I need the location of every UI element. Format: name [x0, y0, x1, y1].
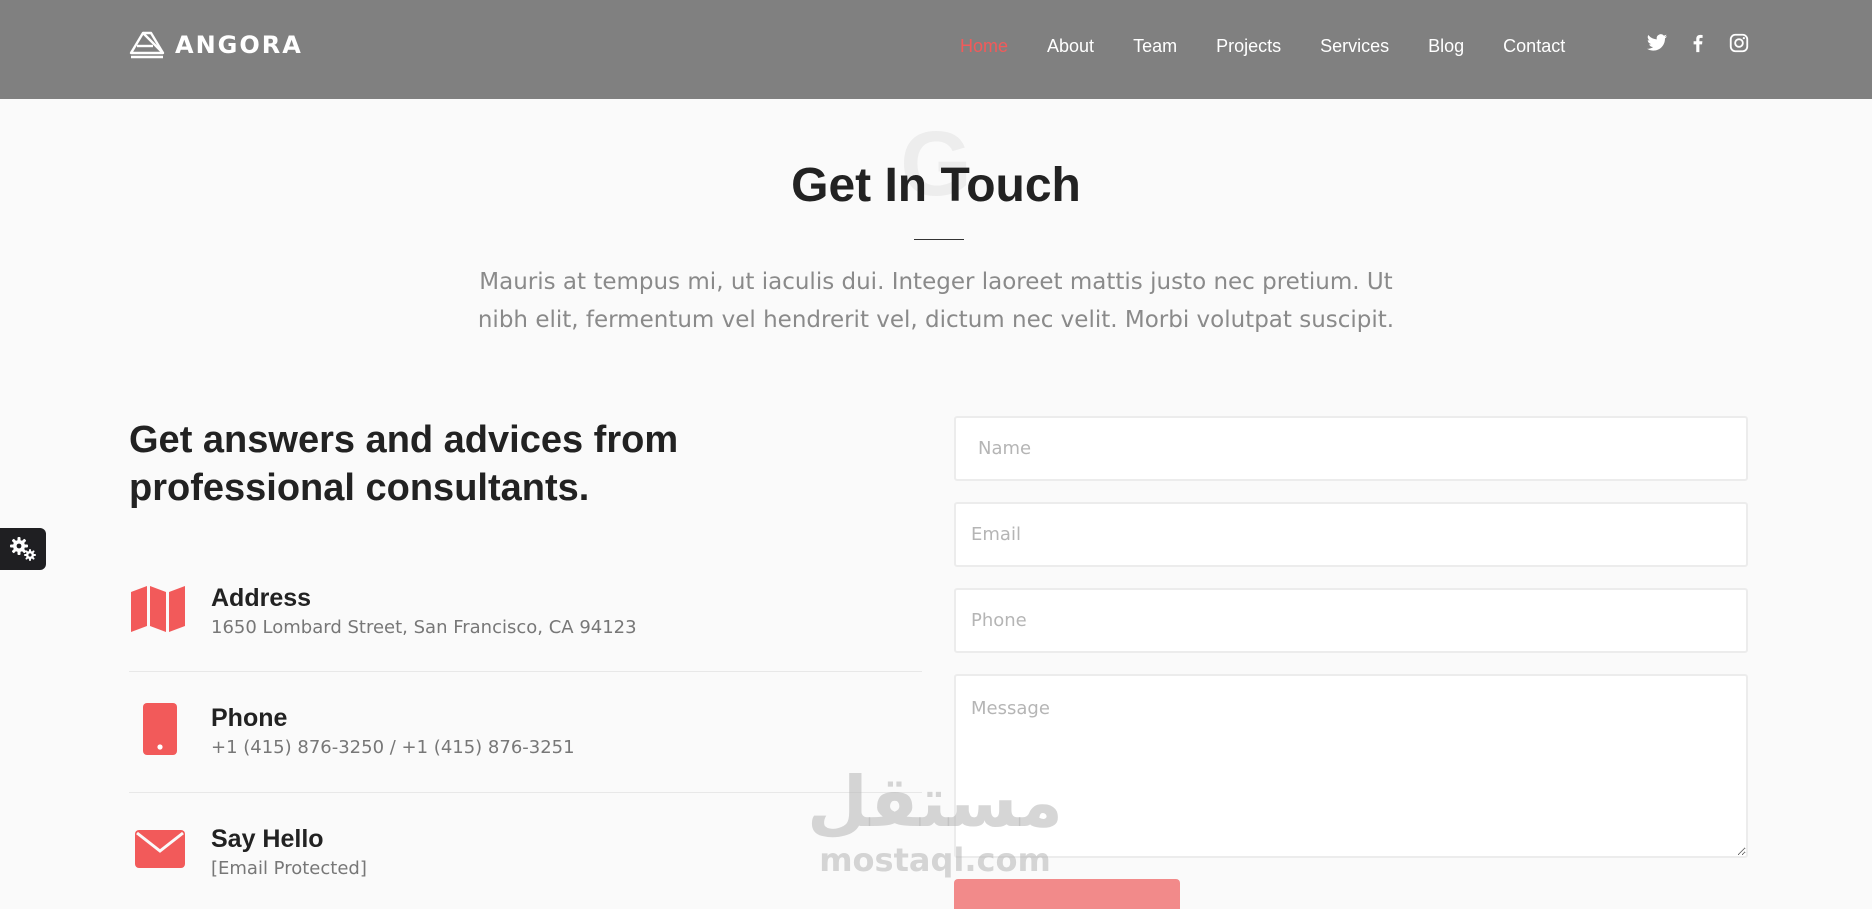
map-icon: [131, 586, 185, 632]
section-title: Get In Touch: [791, 159, 1081, 212]
title-divider: [914, 239, 964, 240]
nav-about[interactable]: About: [1047, 36, 1094, 57]
social-links: [1646, 32, 1750, 54]
logo[interactable]: ANGORA: [129, 28, 303, 62]
contact-value: +1 (415) 876-3250 / +1 (415) 876-3251: [211, 737, 575, 758]
contact-phone: Phone +1 (415) 876-3250 / +1 (415) 876-3…: [129, 700, 922, 770]
nav-team[interactable]: Team: [1133, 36, 1177, 57]
contact-email: Say Hello [Email Protected]: [129, 821, 922, 891]
nav-services[interactable]: Services: [1320, 36, 1389, 57]
divider: [129, 671, 922, 672]
phone-icon: [143, 703, 177, 755]
phone-input[interactable]: [954, 588, 1748, 653]
instagram-icon[interactable]: [1728, 32, 1750, 54]
message-textarea[interactable]: [954, 674, 1748, 858]
facebook-icon[interactable]: [1687, 32, 1709, 54]
nav-home[interactable]: Home: [960, 36, 1008, 57]
gears-icon: [10, 537, 36, 561]
contact-label: Say Hello: [211, 825, 324, 853]
contact-address: Address 1650 Lombard Street, San Francis…: [129, 580, 922, 650]
logo-text: ANGORA: [175, 31, 303, 59]
divider: [129, 792, 922, 793]
twitter-icon[interactable]: [1646, 32, 1668, 54]
contact-label: Phone: [211, 704, 288, 732]
settings-toggle[interactable]: [0, 528, 46, 570]
name-input[interactable]: [954, 416, 1748, 481]
nav-projects[interactable]: Projects: [1216, 36, 1281, 57]
contact-value: [Email Protected]: [211, 858, 367, 879]
nav-contact[interactable]: Contact: [1503, 36, 1565, 57]
envelope-icon: [135, 830, 185, 868]
main-nav: Home About Team Projects Services Blog C…: [960, 33, 1604, 59]
site-header: ANGORA Home About Team Projects Services…: [0, 0, 1872, 99]
nav-blog[interactable]: Blog: [1428, 36, 1464, 57]
info-heading: Get answers and advices from professiona…: [129, 419, 679, 509]
submit-button[interactable]: [954, 879, 1180, 909]
section-subtitle: Mauris at tempus mi, ut iaculis dui. Int…: [477, 269, 1395, 333]
email-input[interactable]: [954, 502, 1748, 567]
logo-mark-icon: [129, 31, 165, 59]
contact-label: Address: [211, 584, 312, 612]
contact-value: 1650 Lombard Street, San Francisco, CA 9…: [211, 617, 637, 638]
